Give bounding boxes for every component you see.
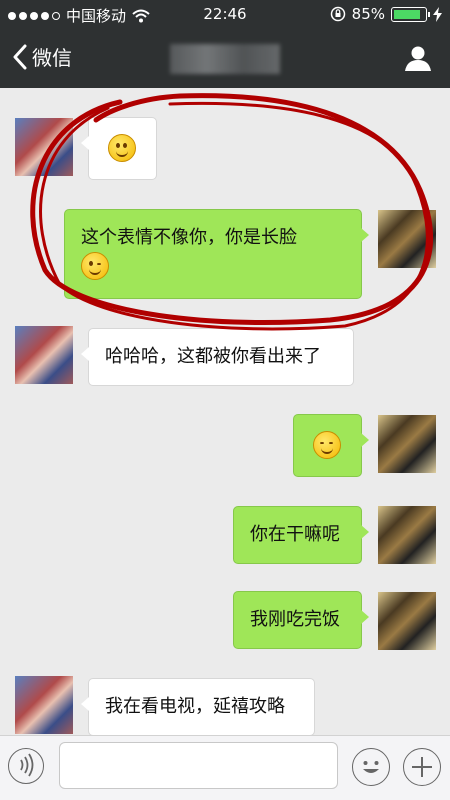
message-text: 我在看电视，延禧攻略 — [105, 696, 285, 717]
message-bubble[interactable]: 哈哈哈，这都被你看出来了 — [81, 328, 354, 386]
smile-emoji-icon — [108, 134, 136, 162]
my-avatar[interactable] — [378, 506, 436, 564]
emoji-face-icon[interactable] — [352, 748, 390, 786]
my-avatar[interactable] — [378, 415, 436, 473]
message-input[interactable] — [59, 742, 338, 789]
back-button[interactable]: 微信 — [12, 42, 72, 71]
friend-avatar[interactable] — [15, 326, 73, 384]
tongue-wink-emoji-icon — [81, 252, 109, 280]
friend-avatar[interactable] — [15, 118, 73, 176]
input-bar — [0, 735, 450, 800]
friend-avatar[interactable] — [15, 676, 73, 734]
chat-area[interactable]: 这个表情不像你，你是长脸 哈哈哈，这都被你看出来了 你在干嘛呢 我刚吃完饭 我在… — [0, 88, 450, 735]
message-bubble[interactable] — [81, 117, 157, 180]
rotation-lock-icon — [330, 6, 345, 22]
message-bubble[interactable]: 我刚吃完饭 — [233, 591, 369, 649]
my-avatar[interactable] — [378, 592, 436, 650]
chat-title-blurred — [170, 44, 280, 74]
voice-icon[interactable] — [8, 748, 44, 784]
person-icon[interactable] — [404, 44, 432, 72]
charging-bolt-icon — [433, 6, 442, 22]
message-bubble[interactable] — [293, 414, 369, 477]
message-text: 你在干嘛呢 — [250, 524, 340, 545]
message-bubble[interactable]: 我在看电视，延禧攻略 — [81, 678, 315, 735]
squint-grin-emoji-icon — [313, 431, 341, 459]
battery-percent: 85% — [351, 5, 385, 23]
plus-icon[interactable] — [403, 748, 441, 786]
message-bubble[interactable]: 你在干嘛呢 — [233, 506, 369, 564]
battery-icon — [391, 6, 430, 22]
chevron-left-icon — [13, 44, 27, 69]
status-bar: 中国移动 22:46 85% — [0, 0, 450, 30]
message-text: 我刚吃完饭 — [250, 609, 340, 630]
nav-bar: 微信 — [0, 30, 450, 88]
message-bubble[interactable]: 这个表情不像你，你是长脸 — [64, 209, 369, 299]
my-avatar[interactable] — [378, 210, 436, 268]
message-text: 哈哈哈，这都被你看出来了 — [105, 346, 321, 367]
back-label: 微信 — [32, 46, 72, 70]
message-text: 这个表情不像你，你是长脸 — [81, 227, 297, 248]
